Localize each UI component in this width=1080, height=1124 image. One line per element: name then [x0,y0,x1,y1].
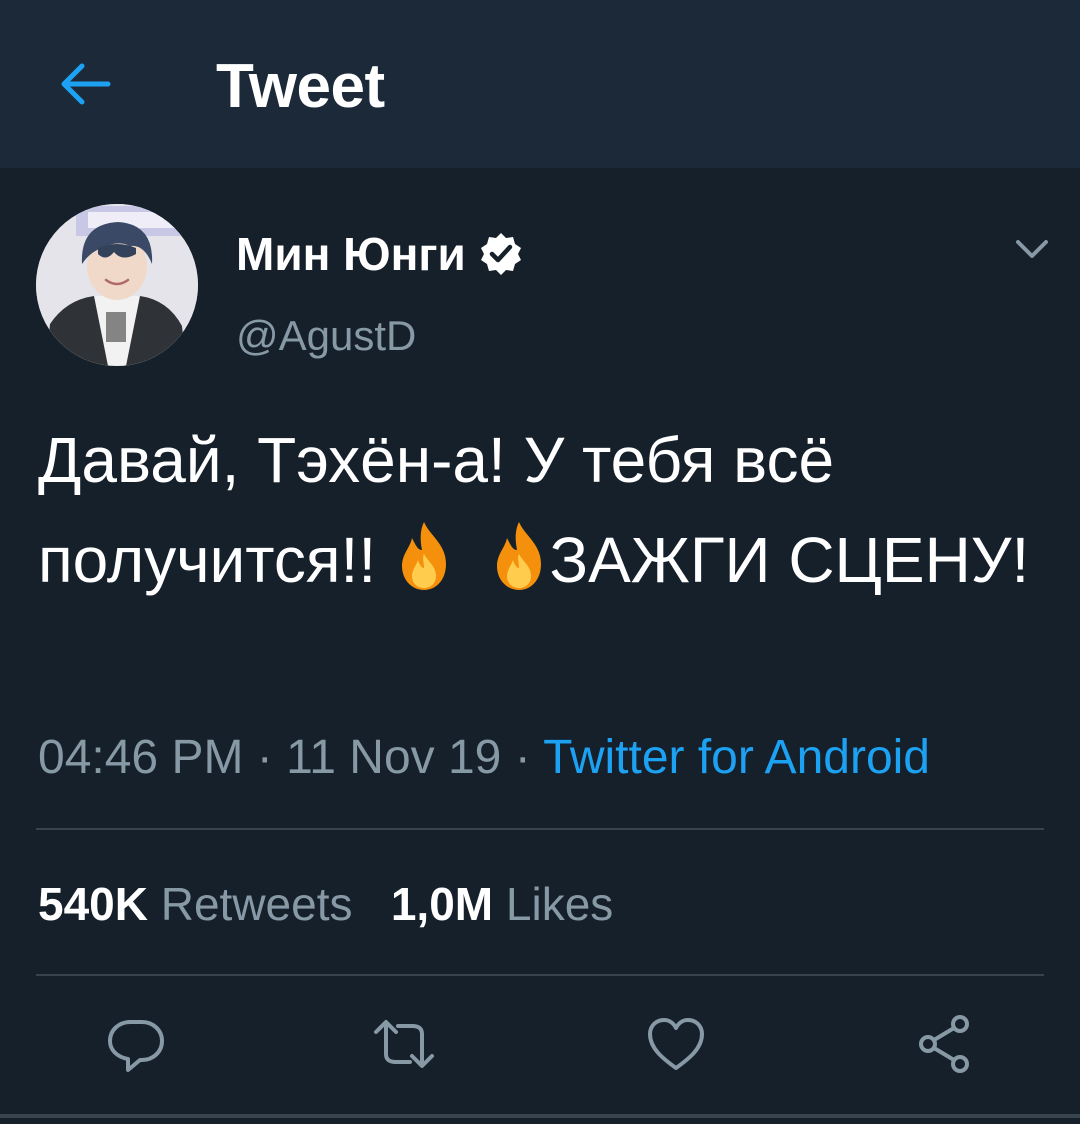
retweets-count: 540K [38,878,148,930]
avatar[interactable] [36,204,198,366]
retweet-icon [374,1020,434,1068]
like-button[interactable] [644,1012,708,1076]
display-name-text: Мин Юнги [236,228,466,280]
tweet-menu-button[interactable] [1006,222,1058,274]
retweets-label: Retweets [160,878,353,930]
reply-icon [108,1020,164,1072]
retweets-stat[interactable]: 540K Retweets [38,878,353,930]
display-name[interactable]: Мин Юнги [236,226,524,282]
page-title: Tweet [216,52,385,121]
back-button[interactable] [52,56,116,112]
arrow-left-icon [61,63,111,105]
heart-icon [648,1018,704,1070]
verified-badge-icon [480,233,521,275]
likes-label: Likes [505,878,614,930]
avatar-image [36,204,198,366]
tweet-time: 04:46 PM [38,731,244,784]
likes-stat[interactable]: 1,0M Likes [391,878,613,930]
user-handle[interactable]: @AgustD [236,310,416,362]
meta-separator: · [243,731,287,784]
tweet-text: Давай, Тэхён-а! У тебя всё получится!! З… [38,410,1048,610]
tweet-source-link[interactable]: Twitter for Android [543,731,930,784]
bottom-divider [0,1114,1080,1118]
divider [36,828,1044,830]
chevron-down-icon [1016,240,1048,258]
tweet-date: 11 Nov 19 [286,731,502,784]
tweet-meta: 04:46 PM · 11 Nov 19 · Twitter for Andro… [38,726,930,790]
tweet-stats: 540K Retweets 1,0M Likes [38,872,613,936]
share-icon [919,1015,969,1073]
fire-icon [401,522,446,590]
likes-count: 1,0M [390,878,494,930]
tweet-text-part2: ЗАЖГИ СЦЕНУ! [549,524,1030,596]
fire-icon-2 [497,522,542,590]
divider-2 [36,974,1044,976]
reply-button[interactable] [104,1012,168,1076]
share-button[interactable] [912,1012,976,1076]
meta-separator-2: · [501,731,544,784]
tweet-detail-screen: Tweet Мин Юнги @AgustD Давай, Тэхён-а! У [0,0,1080,1124]
top-bar: Tweet [0,0,1080,168]
retweet-button[interactable] [372,1012,436,1076]
